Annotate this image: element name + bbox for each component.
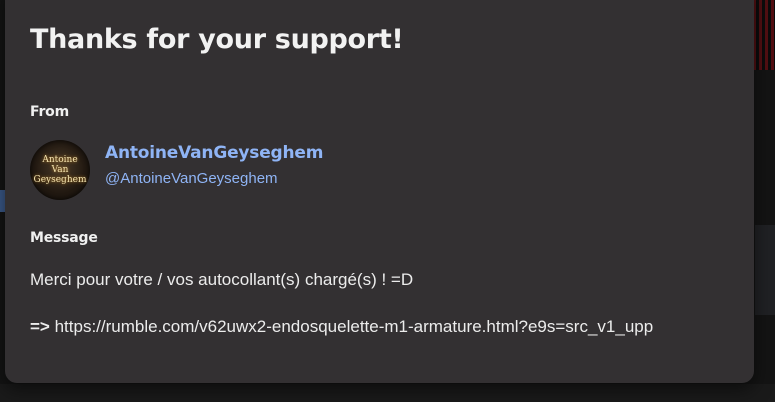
message-text: Merci pour votre / vos autocollant(s) ch… xyxy=(30,270,414,289)
sender-display-name[interactable]: AntoineVanGeyseghem xyxy=(105,143,323,163)
avatar-text-line: Van xyxy=(51,165,69,175)
avatar[interactable]: Antoine Van Geyseghem xyxy=(30,140,90,200)
message-link-line: => https://rumble.com/v62uwx2-endosquele… xyxy=(30,317,653,337)
support-message-dialog: Thanks for your support! From Antoine Va… xyxy=(5,0,754,383)
message-label: Message xyxy=(30,230,98,246)
background-panel-edge xyxy=(755,225,775,315)
sender-handle[interactable]: @AntoineVanGeyseghem xyxy=(105,170,278,187)
dialog-title: Thanks for your support! xyxy=(30,24,404,55)
avatar-text-line: Geyseghem xyxy=(33,175,87,185)
arrow-prefix: => xyxy=(30,317,50,336)
avatar-text-line: Antoine xyxy=(42,155,78,165)
from-label: From xyxy=(30,104,69,120)
message-link[interactable]: https://rumble.com/v62uwx2-endosquelette… xyxy=(55,317,654,336)
background-bottom-bar xyxy=(0,384,775,402)
background-artwork xyxy=(753,0,775,70)
